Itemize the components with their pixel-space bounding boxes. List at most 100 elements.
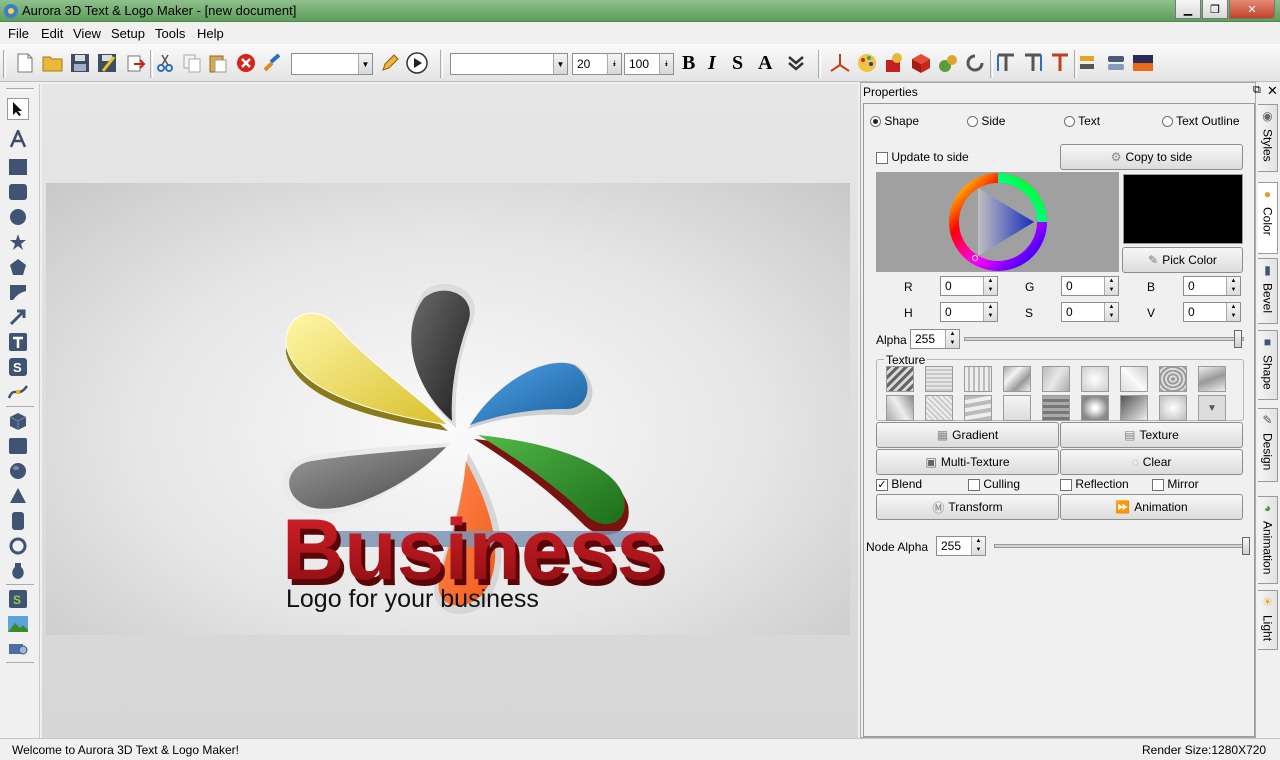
culling-checkbox[interactable]: Culling	[968, 477, 1020, 491]
pentagon-tool[interactable]	[7, 256, 29, 278]
spin-arrows-icon[interactable]: ▲ ▼	[971, 537, 985, 555]
spin-arrows-icon[interactable]: ▲ ▼	[983, 303, 997, 321]
tab-light[interactable]: ☀ Light	[1258, 590, 1278, 650]
cylinder-tool[interactable]	[7, 510, 29, 532]
pick-color-button[interactable]: ✎ Pick Color	[1122, 247, 1243, 273]
spin-arrows-icon[interactable]: ▲ ▼	[1226, 277, 1240, 295]
logo-graphic[interactable]: Business Business Logo for your business	[46, 183, 850, 635]
texture-swatch[interactable]	[1120, 395, 1148, 421]
cone-tool[interactable]	[7, 485, 29, 507]
s-spinbox[interactable]: 0 ▲ ▼	[1061, 302, 1119, 322]
text-tool-1-button[interactable]	[994, 51, 1018, 75]
tab-animation[interactable]: ◕ Animation	[1258, 496, 1278, 584]
more-textures-button[interactable]: ▼	[1198, 395, 1226, 421]
texture-swatch[interactable]	[1159, 395, 1187, 421]
layers-button[interactable]	[1104, 51, 1128, 75]
color-wheel[interactable]	[948, 172, 1048, 272]
close-button[interactable]: ✕	[1229, 0, 1275, 19]
texture-swatch[interactable]	[886, 395, 914, 421]
import-svg-tool[interactable]: S	[7, 588, 29, 610]
radio-shape[interactable]: Shape	[870, 114, 919, 128]
edit-button[interactable]	[378, 51, 402, 75]
path-tool[interactable]	[7, 381, 29, 403]
font-combo[interactable]: ▼	[450, 53, 568, 75]
play-button[interactable]	[405, 51, 429, 75]
menu-edit[interactable]: Edit	[41, 26, 63, 41]
maximize-button[interactable]: ❐	[1202, 0, 1228, 19]
texture-button[interactable]	[936, 51, 960, 75]
radio-text-outline[interactable]: Text Outline	[1162, 114, 1240, 128]
text-tool[interactable]	[7, 128, 29, 150]
sphere-tool[interactable]	[7, 460, 29, 482]
reflection-checkbox[interactable]: Reflection	[1060, 477, 1129, 491]
spin-arrows-icon[interactable]: ▲ ▼	[1226, 303, 1240, 321]
bold-button[interactable]: B	[682, 52, 695, 75]
rectangle-tool[interactable]	[7, 156, 29, 178]
circle-tool[interactable]	[7, 206, 29, 228]
spin-arrows-icon[interactable]: ▲ ▼	[983, 277, 997, 295]
torus-tool[interactable]	[7, 535, 29, 557]
bevel-button[interactable]	[963, 51, 987, 75]
alpha-slider[interactable]	[964, 337, 1244, 341]
texture-swatch[interactable]	[1003, 366, 1031, 392]
texture-swatch[interactable]	[1120, 366, 1148, 392]
radio-text[interactable]: Text	[1064, 114, 1100, 128]
copy-to-side-button[interactable]: ⚙ Copy to side	[1060, 144, 1243, 170]
texture-swatch[interactable]	[925, 366, 953, 392]
arrow-tool[interactable]	[7, 306, 29, 328]
style-combo[interactable]: ▼	[291, 53, 373, 75]
paste-button[interactable]	[206, 51, 230, 75]
copy-button[interactable]	[180, 51, 204, 75]
open-file-button[interactable]	[41, 51, 65, 75]
menu-view[interactable]: View	[73, 26, 101, 41]
scale-combo[interactable]: 100 ⯯	[624, 53, 674, 75]
b-spinbox[interactable]: 0 ▲ ▼	[1183, 276, 1241, 296]
cube-button[interactable]	[909, 51, 933, 75]
tab-shape[interactable]: ■ Shape	[1258, 330, 1278, 400]
float-panel-icon[interactable]: ⧉	[1253, 84, 1261, 97]
text-tool-2-button[interactable]	[1021, 51, 1045, 75]
strikethrough-button[interactable]: S	[732, 52, 743, 75]
design-canvas[interactable]: Business Business Logo for your business	[42, 84, 858, 738]
texture-swatch[interactable]	[1042, 395, 1070, 421]
g-spinbox[interactable]: 0 ▲ ▼	[1061, 276, 1119, 296]
texture-swatch[interactable]	[964, 366, 992, 392]
update-to-side-checkbox[interactable]: Update to side	[876, 150, 969, 164]
node-alpha-slider[interactable]	[994, 544, 1250, 548]
color-wheel-area[interactable]	[876, 172, 1119, 272]
outline-button[interactable]: A	[758, 52, 772, 75]
colors-button[interactable]	[855, 51, 879, 75]
render-scene[interactable]: Business Business Logo for your business	[46, 183, 850, 635]
symbol-tool[interactable]: S	[7, 356, 29, 378]
texture-swatch[interactable]	[1081, 395, 1109, 421]
texture-swatch[interactable]	[1198, 366, 1226, 392]
axis-button[interactable]	[828, 51, 852, 75]
italic-button[interactable]: I	[708, 52, 716, 75]
texture-swatch[interactable]	[886, 366, 914, 392]
logo-subtitle-text[interactable]: Logo for your business	[286, 585, 539, 613]
animation-button[interactable]: ⏩ Animation	[1060, 494, 1243, 520]
texture-swatch[interactable]	[1081, 366, 1109, 392]
r-spinbox[interactable]: 0 ▲ ▼	[940, 276, 998, 296]
tab-design[interactable]: ✎ Design	[1258, 408, 1278, 482]
font-size-combo[interactable]: 20 ⯯	[572, 53, 622, 75]
clear-button[interactable]: ◌ Clear	[1060, 449, 1243, 475]
texture-apply-button[interactable]: ▤ Texture	[1060, 422, 1243, 448]
tab-styles[interactable]: ◉ Styles	[1258, 104, 1278, 172]
alpha-slider-thumb[interactable]	[1234, 330, 1242, 348]
more-format-button[interactable]	[784, 51, 808, 75]
mirror-checkbox[interactable]: Mirror	[1152, 477, 1199, 491]
texture-swatch[interactable]	[964, 395, 992, 421]
multi-texture-button[interactable]: ▣ Multi-Texture	[876, 449, 1059, 475]
h-spinbox[interactable]: 0 ▲ ▼	[940, 302, 998, 322]
save-as-button[interactable]	[95, 51, 119, 75]
shape-tool[interactable]	[7, 281, 29, 303]
background-button[interactable]	[1131, 51, 1155, 75]
select-tool[interactable]	[7, 98, 29, 120]
menu-setup[interactable]: Setup	[111, 26, 145, 41]
logo-title-text[interactable]: Business	[282, 502, 664, 598]
format-painter-button[interactable]	[260, 51, 284, 75]
text-tool-3-button[interactable]	[1048, 51, 1072, 75]
cube-shape-tool[interactable]	[7, 410, 29, 432]
node-alpha-spinbox[interactable]: 255 ▲ ▼	[936, 536, 986, 556]
